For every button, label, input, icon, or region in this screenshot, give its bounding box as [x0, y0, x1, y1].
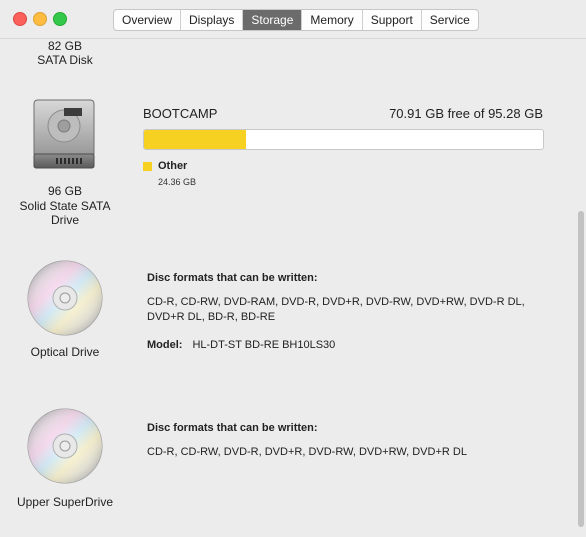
legend-other-size: 24.36 GB [158, 177, 197, 187]
vertical-scrollbar[interactable] [578, 211, 584, 527]
usage-other-fill [144, 130, 247, 149]
storage-content[interactable]: 82 GB SATA Disk 96 GB Solid State SATA D… [0, 39, 586, 537]
title-bar: Overview Displays Storage Memory Support… [0, 0, 586, 39]
superdrive-label: Upper SuperDrive [16, 495, 114, 509]
legend-other-swatch [143, 162, 152, 171]
tab-displays[interactable]: Displays [181, 10, 244, 30]
minimize-button[interactable] [33, 12, 47, 26]
tab-support[interactable]: Support [363, 10, 422, 30]
legend-other-label: Other [158, 160, 188, 172]
zoom-button[interactable] [53, 12, 67, 26]
optical-formats-line-1: CD-R, CD-RW, DVD-RAM, DVD-R, DVD+R, DVD-… [147, 296, 525, 308]
tab-service[interactable]: Service [422, 10, 478, 30]
superdrive-formats-line-1: CD-R, CD-RW, DVD-R, DVD+R, DVD-RW, DVD+R… [147, 446, 467, 458]
optical-drive-label: Optical Drive [30, 345, 100, 359]
drive-2-size: 96 GB [47, 184, 83, 198]
optical-formats-heading: Disc formats that can be written: [147, 272, 318, 284]
superdrive-formats-heading: Disc formats that can be written: [147, 422, 318, 434]
optical-model-row: Model: HL-DT-ST BD-RE BH10LS30 [147, 339, 335, 351]
model-label: Model: [147, 339, 183, 351]
storage-usage-bar [143, 129, 544, 150]
tab-memory[interactable]: Memory [302, 10, 363, 30]
close-button[interactable] [13, 12, 27, 26]
tab-bar: Overview Displays Storage Memory Support… [113, 9, 479, 31]
optical-formats-line-2: DVD+R DL, BD-R, BD-RE [147, 311, 276, 323]
drive-2-type-line-1: Solid State SATA [19, 199, 111, 213]
drive-1-type: SATA Disk [37, 53, 93, 67]
volume-free-space: 70.91 GB free of 95.28 GB [389, 106, 543, 121]
drive-2-type-line-2: Drive [50, 213, 79, 227]
tab-overview[interactable]: Overview [114, 10, 182, 30]
volume-name: BOOTCAMP [143, 106, 218, 121]
hard-drive-icon [33, 99, 95, 169]
model-value: HL-DT-ST BD-RE BH10LS30 [192, 339, 336, 351]
drive-1-size: 82 GB [47, 39, 83, 53]
optical-disc-icon [27, 260, 103, 336]
optical-disc-icon [27, 408, 103, 484]
tab-storage[interactable]: Storage [243, 10, 303, 30]
